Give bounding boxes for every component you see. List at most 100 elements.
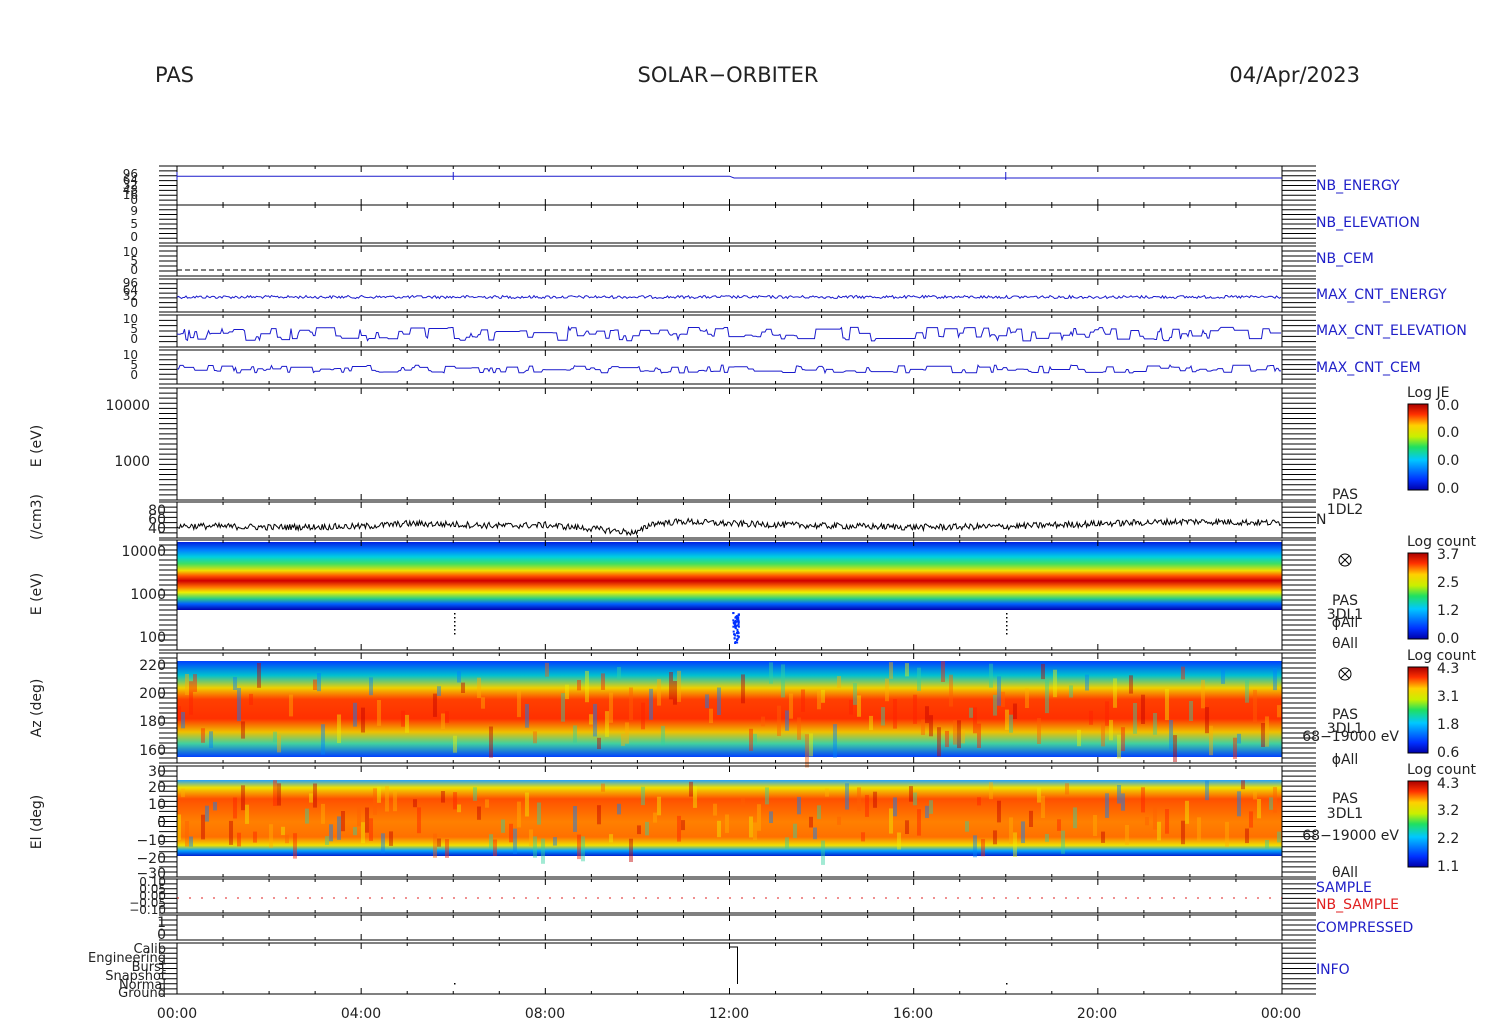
- elevation-stripe: [1265, 840, 1269, 849]
- energy-spectrogram-image: [177, 542, 1282, 610]
- elevation-stripe: [929, 800, 933, 814]
- elevation-stripe: [477, 806, 481, 820]
- elevation-stripe: [645, 821, 649, 836]
- azimuth-stripe: [761, 716, 765, 727]
- elevation-stripe: [753, 822, 757, 840]
- elevation-stripe: [1013, 832, 1017, 857]
- x-tick-3: 12:00: [709, 1006, 749, 1020]
- elevation-stripe: [205, 805, 209, 822]
- elevation-stripe: [577, 834, 581, 860]
- azimuth-stripe: [489, 726, 493, 758]
- azimuth-stripe: [785, 710, 789, 731]
- elevation-stripe: [1037, 787, 1041, 803]
- elevation-stripe: [525, 792, 529, 817]
- x-tick-5: 20:00: [1077, 1006, 1117, 1020]
- espec-dot: [1006, 617, 1008, 619]
- elevation-stripe: [749, 816, 753, 838]
- elevation-stripe: [609, 834, 613, 843]
- label-nb-energy: NB_ENERGY: [1316, 178, 1400, 194]
- espec-label-phi: ϕAll: [1332, 615, 1359, 631]
- tick-el-m20: −20: [136, 851, 166, 867]
- elevation-stripe: [1101, 831, 1105, 843]
- elevation-stripe: [689, 781, 693, 797]
- elevation-stripe: [393, 790, 397, 812]
- elevation-stripe: [489, 834, 493, 849]
- espec-dropout-dot: [732, 625, 735, 628]
- header-mission: SOLAR−ORBITER: [637, 63, 818, 87]
- azimuth-stripe: [709, 708, 713, 724]
- elevation-stripe: [897, 832, 901, 850]
- elevation-stripe: [357, 807, 361, 827]
- azimuth-stripe: [957, 720, 961, 749]
- tick-nb-elevation-0: 9: [130, 204, 138, 218]
- azimuth-stripe: [369, 677, 373, 696]
- elevation-stripe: [973, 835, 977, 858]
- x-tick-2: 08:00: [525, 1006, 565, 1020]
- colorbar2: [1407, 552, 1429, 640]
- elevation-stripe: [785, 837, 789, 850]
- elevation-stripe: [181, 788, 185, 798]
- elevation-stripe: [501, 819, 505, 833]
- elevation-stripe: [713, 803, 717, 816]
- elevation-stripe: [229, 820, 233, 845]
- espec-dropout-dot: [732, 630, 735, 633]
- azimuth-stripe: [769, 662, 773, 684]
- elevation-stripe: [601, 783, 605, 792]
- elevation-stripe: [433, 833, 437, 858]
- colorbar4-label-1: 3.2: [1437, 803, 1459, 819]
- elevation-stripe: [909, 786, 913, 802]
- elevation-stripe: [693, 786, 697, 808]
- el-label-3dl1: 3DL1: [1327, 806, 1363, 822]
- azimuth-stripe: [949, 674, 953, 707]
- azimuth-stripe: [833, 724, 837, 758]
- elevation-stripe: [861, 832, 865, 842]
- azimuth-stripe: [401, 710, 405, 727]
- elevation-stripe: [441, 791, 445, 803]
- x-tick-6: 00:00: [1261, 1006, 1301, 1020]
- azimuth-stripe: [605, 711, 609, 737]
- azimuth-stripe: [789, 693, 793, 719]
- info-dot: [1006, 983, 1008, 985]
- azimuth-stripe: [593, 703, 597, 737]
- max-cnt-energy-trace: [176, 294, 1282, 300]
- azimuth-stripe: [977, 723, 981, 748]
- elevation-stripe: [285, 834, 289, 844]
- azimuth-stripe: [1101, 723, 1105, 747]
- azimuth-stripe: [209, 731, 213, 748]
- azimuth-stripe: [669, 672, 673, 700]
- elevation-stripe: [725, 814, 729, 833]
- azimuth-stripe: [889, 662, 893, 679]
- label-nb-cem: NB_CEM: [1316, 251, 1374, 267]
- max-cnt-elevation-trace: [176, 325, 1281, 342]
- elevation-stripe: [925, 805, 929, 818]
- azimuth-stripe: [1189, 701, 1193, 721]
- elevation-stripe: [389, 831, 393, 846]
- elevation-stripe: [473, 787, 477, 801]
- colorbar1: [1407, 403, 1429, 491]
- azimuth-stripe: [913, 694, 917, 724]
- info-tick-labels: Calib Engineering Burst Snapshot Normal …: [88, 942, 166, 1001]
- elevation-stripe: [325, 836, 329, 845]
- azimuth-stripe: [641, 702, 645, 730]
- elevation-stripe: [1225, 821, 1229, 847]
- azimuth-stripe: [929, 715, 933, 737]
- tick-el-30: 30: [148, 764, 166, 780]
- ylabel-el: El (deg): [29, 795, 45, 850]
- elevation-stripe: [269, 824, 273, 848]
- elevation-stripe: [1041, 795, 1045, 818]
- elevation-stripe: [365, 807, 369, 833]
- elevation-stripe: [1277, 831, 1281, 843]
- colorbar3: [1407, 666, 1429, 754]
- azimuth-stripe: [1077, 729, 1081, 747]
- espec-dot: [1006, 625, 1008, 627]
- elevation-stripe: [453, 792, 457, 810]
- espec-dot: [454, 613, 456, 615]
- elevation-stripe: [1105, 793, 1109, 818]
- azimuth-stripe: [533, 731, 537, 744]
- elevation-stripe: [1065, 783, 1069, 795]
- azimuth-stripe: [1233, 737, 1237, 760]
- elevation-stripe: [1153, 807, 1157, 830]
- elevation-stripe: [201, 814, 205, 840]
- azimuth-stripe: [585, 670, 589, 703]
- elevation-stripe: [185, 821, 189, 847]
